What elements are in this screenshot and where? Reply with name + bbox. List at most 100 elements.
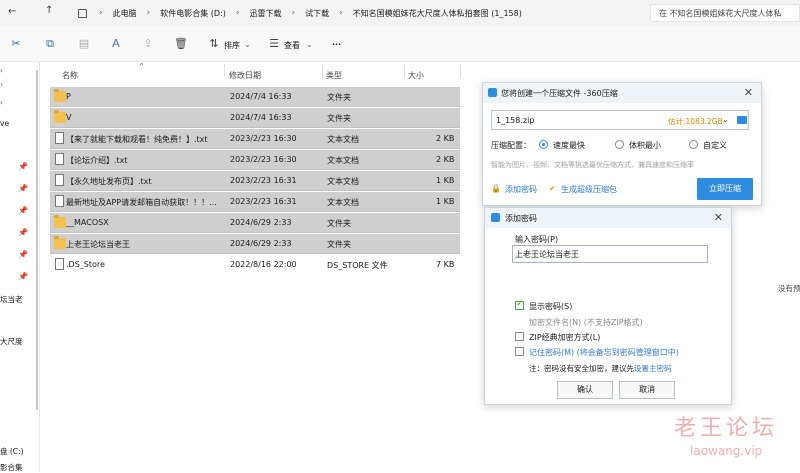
- preview-note: 没有预: [778, 284, 800, 293]
- file-type: 文本文档: [327, 177, 359, 186]
- table-row[interactable]: 【来了就能下载和观看！纯免费！】.txt 2023/2/23 16:30 文本文…: [50, 129, 460, 149]
- nav-item[interactable]: 坛当老: [0, 294, 23, 305]
- super-archive-icon: ✔: [549, 184, 556, 193]
- pin-icon: 📌: [18, 250, 28, 259]
- breadcrumb: › 此电脑 › 软件电影合集 (D:) › 迅雷下载 › 试下载 › 不知名国模…: [93, 0, 526, 26]
- archive-filename[interactable]: 1_158.zip: [496, 116, 534, 125]
- column-divider[interactable]: [404, 64, 405, 78]
- close-icon[interactable]: ✕: [714, 211, 723, 224]
- table-row[interactable]: P 2024/7/4 16:33 文件夹: [50, 87, 460, 107]
- file-type: 文件夹: [327, 114, 351, 123]
- breadcrumb-item[interactable]: 软件电影合集 (D:): [156, 8, 230, 19]
- chevron-down-icon[interactable]: ⌄: [722, 115, 729, 124]
- file-date: 2023/2/23 16:31: [230, 197, 297, 206]
- cut-icon[interactable]: ✂: [10, 38, 22, 50]
- radio-fastest[interactable]: [539, 140, 548, 149]
- delete-icon[interactable]: 🗑: [174, 38, 188, 50]
- column-divider[interactable]: [224, 64, 225, 78]
- file-name: 【永久地址发布页】.txt: [66, 177, 152, 186]
- breadcrumb-item[interactable]: 不知名国模姐妹花大尺度人体私拍套图 (1_158): [349, 8, 526, 19]
- nav-item[interactable]: ve: [0, 119, 9, 128]
- table-row[interactable]: 最新地址及APP请发邮箱自动获取！！！... 2023/2/23 16:31 文…: [50, 192, 460, 212]
- chevron-right-icon: ›: [146, 8, 151, 18]
- nav-arrow-icon: ›: [0, 98, 3, 107]
- file-icon: [55, 258, 64, 270]
- rename-icon[interactable]: Ａ: [110, 38, 122, 50]
- file-type: 文件夹: [327, 93, 351, 102]
- ok-button[interactable]: 确认: [557, 381, 613, 399]
- folder-icon: [54, 110, 66, 123]
- cancel-button[interactable]: 取消: [619, 381, 675, 399]
- view-button[interactable]: 查看: [284, 40, 300, 51]
- dialog-titlebar[interactable]: 添加密码 ✕: [485, 208, 731, 228]
- dialog-title: 添加密码: [505, 214, 537, 223]
- compression-hint: 智能为图片、视频、文档等挑选最优压缩方式、兼具速度和压缩率: [491, 161, 694, 169]
- option-smallest[interactable]: 体积最小: [629, 140, 661, 151]
- more-button[interactable]: ···: [332, 40, 341, 49]
- sort-button[interactable]: 排序: [224, 40, 240, 51]
- table-row[interactable]: 【永久地址发布页】.txt 2023/2/23 16:31 文本文档 1 KB: [50, 171, 460, 191]
- sort-indicator-icon: ⌃: [138, 62, 145, 71]
- paste-icon[interactable]: ▤: [78, 38, 90, 50]
- share-icon[interactable]: ⇪: [142, 38, 154, 50]
- breadcrumb-item[interactable]: 迅雷下载: [245, 8, 285, 19]
- table-row[interactable]: V 2024/7/4 16:33 文件夹: [50, 108, 460, 128]
- chevron-down-icon: ⌄: [306, 40, 313, 49]
- show-password-checkbox[interactable]: [515, 299, 524, 310]
- scrollbar[interactable]: [36, 70, 38, 410]
- option-custom[interactable]: 自定义: [703, 140, 727, 151]
- chevron-right-icon: ›: [99, 8, 103, 18]
- chevron-right-icon: ›: [291, 8, 296, 18]
- dialog-titlebar[interactable]: 您将创建一个压缩文件 -360压缩 ✕: [483, 83, 761, 103]
- watermark-url: laowang.vip: [690, 444, 763, 458]
- breadcrumb-item[interactable]: 此电脑: [109, 8, 141, 19]
- remember-password-label[interactable]: 记住密码(M) (将会备忘到密码管理窗口中): [529, 347, 679, 358]
- column-header-name[interactable]: 名称: [62, 70, 78, 88]
- option-fastest[interactable]: 速度最快: [553, 140, 585, 151]
- file-name: .DS_Store: [66, 260, 105, 269]
- file-size: 2 KB: [436, 134, 455, 143]
- nav-arrow-icon: ›: [0, 80, 3, 89]
- table-row[interactable]: __MACOSX 2024/6/29 2:33 文件夹: [50, 213, 460, 233]
- breadcrumb-item[interactable]: 试下载: [301, 8, 333, 19]
- start-compress-button[interactable]: 立即压缩: [697, 178, 753, 200]
- copy-icon[interactable]: ⧉: [44, 38, 56, 50]
- back-arrow-icon[interactable]: ←: [8, 6, 16, 17]
- nav-item[interactable]: 盘 (C:): [0, 446, 24, 457]
- zip-classic-label[interactable]: ZIP经典加密方式(L): [529, 332, 600, 343]
- command-bar: ✂ ⧉ ▤ Ａ ⇪ 🗑 ⇅ 排序 ⌄ ☰ 查看 ⌄ ···: [0, 26, 800, 62]
- table-row[interactable]: 上老王论坛当老王 2024/6/29 2:33 文件夹: [50, 234, 460, 254]
- folder-icon[interactable]: [737, 116, 747, 124]
- table-row[interactable]: 【论坛介绍】.txt 2023/2/23 16:30 文本文档 2 KB: [50, 150, 460, 170]
- file-name: __MACOSX: [66, 218, 109, 227]
- pin-icon: 📌: [18, 162, 28, 171]
- column-divider[interactable]: [460, 64, 461, 78]
- super-archive-link[interactable]: 生成超级压缩包: [561, 184, 617, 195]
- pin-icon: 📌: [18, 272, 28, 281]
- column-header-size[interactable]: 大小: [408, 70, 424, 88]
- radio-custom[interactable]: [689, 140, 698, 149]
- nav-arrow-icon: ›: [0, 66, 3, 75]
- column-header-type[interactable]: 类型: [326, 70, 342, 88]
- close-icon[interactable]: ✕: [744, 86, 753, 99]
- nav-item[interactable]: 大尺度: [0, 336, 23, 347]
- add-password-link[interactable]: 添加密码: [505, 184, 537, 195]
- password-field[interactable]: [512, 245, 708, 263]
- navigation-pane: › › › ve 📌 📌 📌 📌 📌 📌 坛当老 大尺度 盘 (C:) 影合集: [0, 62, 40, 472]
- zip-classic-checkbox[interactable]: [515, 332, 524, 341]
- radio-smallest[interactable]: [615, 140, 624, 149]
- table-row[interactable]: .DS_Store 2022/8/16 22:00 DS_STORE 文件 7 …: [50, 255, 460, 275]
- file-date: 2024/6/29 2:33: [230, 218, 292, 227]
- text-file-icon: [55, 174, 64, 186]
- show-password-label[interactable]: 显示密码(S): [529, 301, 572, 312]
- set-master-password-link[interactable]: 设置主密码: [634, 364, 672, 373]
- folder-icon: [54, 89, 66, 102]
- nav-item[interactable]: 影合集: [0, 462, 23, 473]
- pin-icon: 📌: [18, 228, 28, 237]
- search-input[interactable]: 在 不知名国模姐妹花大尺度人体私: [650, 4, 800, 22]
- archive-name-field[interactable]: 1_158.zip 估计:1083.2GB ⌄: [491, 110, 749, 130]
- remember-password-checkbox[interactable]: [515, 347, 524, 356]
- up-arrow-icon[interactable]: ↑: [45, 5, 53, 16]
- column-header-date[interactable]: 修改日期: [229, 70, 261, 88]
- column-divider[interactable]: [322, 64, 323, 78]
